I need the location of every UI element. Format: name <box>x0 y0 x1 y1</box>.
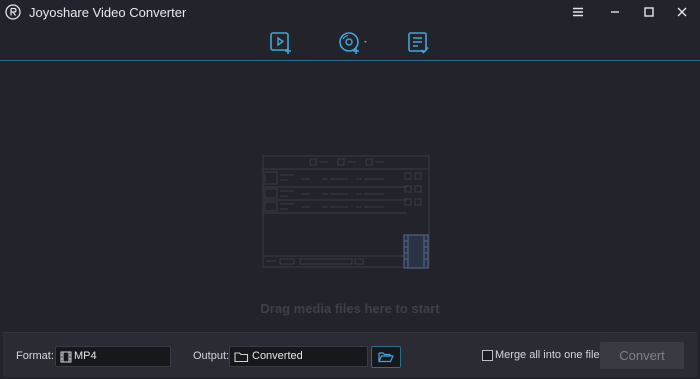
task-list-button[interactable] <box>406 30 432 56</box>
merge-label[interactable]: Merge all into one file <box>495 349 600 361</box>
video-format-icon <box>60 350 72 368</box>
output-path-field[interactable]: Converted <box>229 346 368 367</box>
toolbar <box>0 26 700 61</box>
add-dvd-button[interactable] <box>337 30 371 56</box>
list-check-icon <box>408 32 429 54</box>
app-logo-icon <box>5 4 21 20</box>
merge-checkbox[interactable] <box>482 350 493 361</box>
close-icon[interactable] <box>672 3 692 21</box>
drop-hint-text: Drag media files here to start <box>260 301 440 316</box>
format-value: MP4 <box>74 350 97 362</box>
disc-plus-icon <box>339 32 367 54</box>
bottom-bar: Format: MP4 Output: Converted Merge all … <box>3 332 697 377</box>
folder-icon <box>234 350 249 368</box>
file-list-illustration-icon <box>262 155 430 269</box>
output-label: Output: <box>193 350 230 362</box>
output-value: Converted <box>252 350 303 362</box>
video-plus-icon <box>270 32 291 54</box>
menu-icon[interactable] <box>568 3 588 21</box>
browse-folder-button[interactable] <box>371 346 401 368</box>
app-title: Joyoshare Video Converter <box>29 5 187 20</box>
minimize-icon[interactable] <box>605 3 625 21</box>
format-selector[interactable]: MP4 <box>55 346 171 367</box>
convert-button[interactable]: Convert <box>600 342 684 369</box>
format-label: Format: <box>16 350 54 362</box>
open-folder-icon <box>378 352 394 363</box>
title-bar: Joyoshare Video Converter <box>0 0 700 26</box>
add-video-button[interactable] <box>268 30 294 56</box>
maximize-icon[interactable] <box>639 3 659 21</box>
